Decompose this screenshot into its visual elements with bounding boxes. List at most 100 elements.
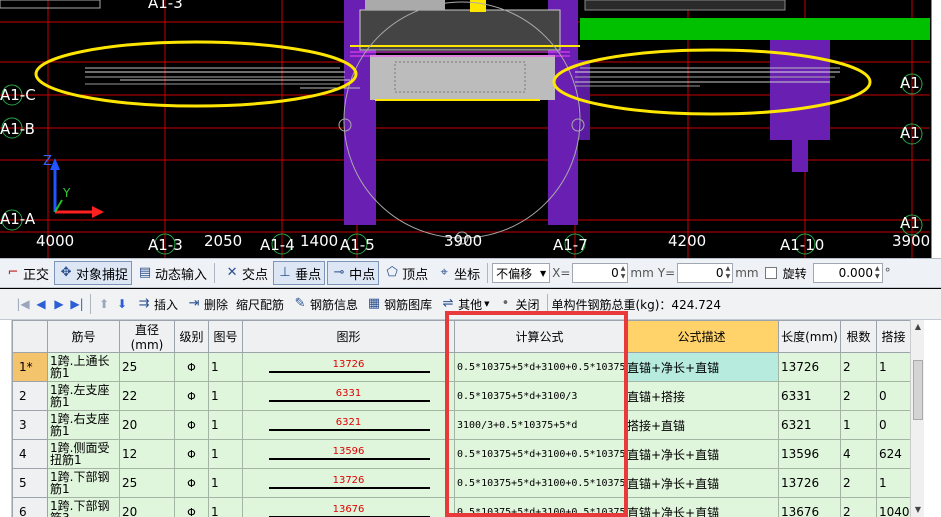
- count-cell[interactable]: 4: [840, 439, 877, 469]
- bar-name-cell[interactable]: 1跨.左支座筋1: [47, 381, 120, 411]
- formula-cell[interactable]: 0.5*10375+5*d+3100+0.5*10375+5*d: [454, 497, 625, 517]
- last-record-icon[interactable]: ▶|: [68, 295, 86, 313]
- count-cell[interactable]: 2: [840, 381, 877, 411]
- figure-no-cell[interactable]: 1: [208, 410, 243, 440]
- rotate-input[interactable]: 0.000 ▲ ▼: [812, 263, 883, 283]
- figure-no-cell[interactable]: 1: [208, 468, 243, 498]
- diameter-cell[interactable]: 25: [119, 468, 175, 498]
- move-up-icon[interactable]: ⬆: [95, 295, 113, 313]
- lap-cell[interactable]: 1: [876, 468, 910, 498]
- spinner-icon[interactable]: ▲ ▼: [621, 265, 626, 281]
- count-cell[interactable]: 2: [840, 497, 877, 517]
- length-cell[interactable]: 6331: [778, 381, 841, 411]
- close-button[interactable]: • 关闭: [494, 292, 542, 316]
- row-number[interactable]: 4: [12, 439, 48, 469]
- bar-name-cell[interactable]: 1跨.下部钢筋1: [47, 468, 120, 498]
- coordinate-button[interactable]: ⌖ 坐标: [433, 261, 483, 285]
- scroll-up-icon[interactable]: ▲: [911, 320, 925, 334]
- cad-viewport[interactable]: A1-3 A1-C A1-B A1-A A1 A1 A1 Z Y 4000 A1…: [0, 0, 941, 258]
- grade-cell[interactable]: Φ: [174, 439, 209, 469]
- shape-cell[interactable]: 13726: [242, 352, 455, 382]
- table-row[interactable]: 3 1跨.右支座筋1 20 Φ 1 6321 3100/3+0.5*10375+…: [12, 410, 910, 440]
- midpoint-button[interactable]: ⊸ 中点: [327, 261, 380, 285]
- shape-cell[interactable]: 13676: [242, 497, 455, 517]
- bar-name-cell[interactable]: 1跨.上通长筋1: [47, 352, 120, 382]
- count-cell[interactable]: 2: [840, 352, 877, 382]
- move-down-icon[interactable]: ⬇: [113, 295, 131, 313]
- shape-cell[interactable]: 13726: [242, 468, 455, 498]
- length-cell[interactable]: 13676: [778, 497, 841, 517]
- y-input[interactable]: 0 ▲ ▼: [677, 263, 734, 283]
- perpendicular-button[interactable]: ⊥ 垂点: [273, 261, 326, 285]
- bar-name-cell[interactable]: 1跨.右支座筋1: [47, 410, 120, 440]
- col-header-formula-desc[interactable]: 公式描述: [624, 320, 779, 353]
- x-input[interactable]: 0 ▲ ▼: [572, 263, 629, 283]
- shape-cell[interactable]: 13596: [242, 439, 455, 469]
- spinner-icon[interactable]: ▲ ▼: [875, 265, 880, 281]
- figure-no-cell[interactable]: 1: [208, 497, 243, 517]
- col-header-length[interactable]: 长度(mm): [778, 320, 841, 353]
- length-cell[interactable]: 6321: [778, 410, 841, 440]
- insert-button[interactable]: ⇉ 插入: [133, 292, 181, 316]
- diameter-cell[interactable]: 20: [119, 410, 175, 440]
- prev-record-icon[interactable]: ◀: [32, 295, 50, 313]
- formula-desc-cell[interactable]: 直锚+搭接: [624, 381, 779, 411]
- table-row[interactable]: 4 1跨.侧面受扭筋1 12 Φ 1 13596 0.5*10375+5*d+3…: [12, 439, 910, 469]
- formula-cell[interactable]: 0.5*10375+5*d+3100+0.5*10375+5*d: [454, 352, 625, 382]
- table-row[interactable]: 2 1跨.左支座筋1 22 Φ 1 6331 0.5*10375+5*d+310…: [12, 381, 910, 411]
- col-header-bar-no[interactable]: 筋号: [47, 320, 120, 353]
- delete-button[interactable]: ⇥ 删除: [183, 292, 231, 316]
- figure-no-cell[interactable]: 1: [208, 439, 243, 469]
- lap-cell[interactable]: 0: [876, 381, 910, 411]
- lap-cell[interactable]: 1040: [876, 497, 910, 517]
- formula-desc-cell[interactable]: 搭接+直锚: [624, 410, 779, 440]
- col-header-formula[interactable]: 计算公式: [454, 320, 625, 353]
- intersection-button[interactable]: ✕ 交点: [221, 261, 271, 285]
- vertex-button[interactable]: ⬠ 顶点: [381, 261, 431, 285]
- dynamic-input-button[interactable]: ▤ 动态输入: [134, 261, 210, 285]
- formula-desc-cell[interactable]: 直锚+净长+直锚: [624, 439, 779, 469]
- figure-no-cell[interactable]: 1: [208, 352, 243, 382]
- diameter-cell[interactable]: 25: [119, 352, 175, 382]
- length-cell[interactable]: 13596: [778, 439, 841, 469]
- table-row[interactable]: 5 1跨.下部钢筋1 25 Φ 1 13726 0.5*10375+5*d+31…: [12, 468, 910, 498]
- scale-rebar-button[interactable]: 缩尺配筋: [233, 292, 287, 316]
- diameter-cell[interactable]: 20: [119, 497, 175, 517]
- row-number[interactable]: 6: [12, 497, 48, 517]
- rebar-library-button[interactable]: ▦ 钢筋图库: [363, 292, 435, 316]
- ortho-button[interactable]: ⌐ 正交: [2, 261, 52, 285]
- diameter-cell[interactable]: 12: [119, 439, 175, 469]
- grade-cell[interactable]: Φ: [174, 497, 209, 517]
- table-row[interactable]: 1* 1跨.上通长筋1 25 Φ 1 13726 0.5*10375+5*d+3…: [12, 352, 910, 382]
- grade-cell[interactable]: Φ: [174, 410, 209, 440]
- formula-cell[interactable]: 0.5*10375+5*d+3100+0.5*10375+5*d: [454, 468, 625, 498]
- bar-name-cell[interactable]: 1跨.下部钢筋3: [47, 497, 120, 517]
- rotate-checkbox[interactable]: [764, 267, 777, 279]
- table-row[interactable]: 6 1跨.下部钢筋3 20 Φ 1 13676 0.5*10375+5*d+31…: [12, 497, 910, 517]
- grade-cell[interactable]: Φ: [174, 468, 209, 498]
- formula-cell[interactable]: 3100/3+0.5*10375+5*d: [454, 410, 625, 440]
- first-record-icon[interactable]: |◀: [14, 295, 32, 313]
- lap-cell[interactable]: 624: [876, 439, 910, 469]
- scroll-down-icon[interactable]: ▼: [911, 503, 925, 517]
- col-header-count[interactable]: 根数: [840, 320, 877, 353]
- row-number[interactable]: 1*: [12, 352, 48, 382]
- shape-cell[interactable]: 6321: [242, 410, 455, 440]
- count-cell[interactable]: 1: [840, 410, 877, 440]
- bar-name-cell[interactable]: 1跨.侧面受扭筋1: [47, 439, 120, 469]
- lap-cell[interactable]: 1: [876, 352, 910, 382]
- grade-cell[interactable]: Φ: [174, 381, 209, 411]
- scroll-thumb[interactable]: [913, 360, 923, 420]
- length-cell[interactable]: 13726: [778, 468, 841, 498]
- figure-no-cell[interactable]: 1: [208, 381, 243, 411]
- formula-cell[interactable]: 0.5*10375+5*d+3100/3: [454, 381, 625, 411]
- table-vertical-scrollbar[interactable]: ▲ ▼: [910, 320, 924, 517]
- other-menu-button[interactable]: ⇌ 其他 ▼: [437, 292, 492, 316]
- next-record-icon[interactable]: ▶: [50, 295, 68, 313]
- col-header-figure-no[interactable]: 图号: [208, 320, 243, 353]
- col-header-lap[interactable]: 搭接: [876, 320, 910, 353]
- formula-desc-cell[interactable]: 直锚+净长+直锚: [624, 352, 779, 382]
- col-header-diameter[interactable]: 直径(mm): [119, 320, 175, 353]
- length-cell[interactable]: 13726: [778, 352, 841, 382]
- spinner-icon[interactable]: ▲ ▼: [726, 265, 731, 281]
